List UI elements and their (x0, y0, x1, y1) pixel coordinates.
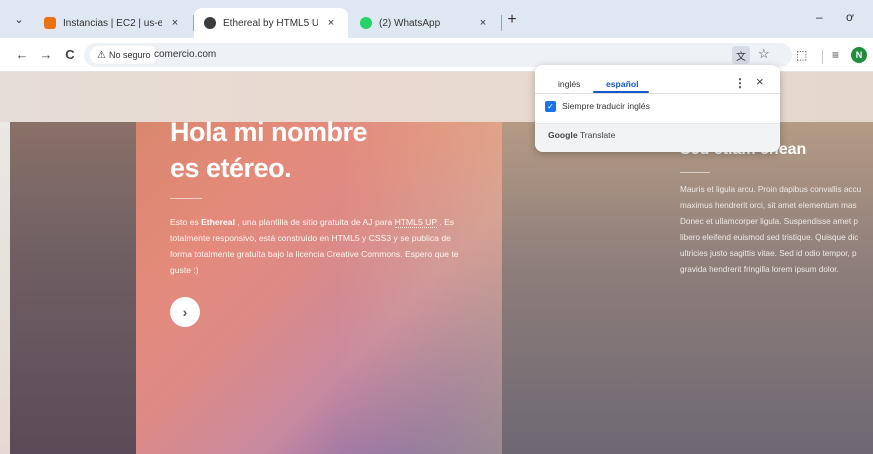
side-text-line: ultricies justo sagittis vitae. Sed id o… (680, 249, 857, 258)
hero-title-line-2: es etéreo. (170, 153, 292, 183)
tab-title: (2) WhatsApp (379, 17, 441, 29)
hero-paragraph: Esto es Ethereal , una plantilla de siti… (170, 214, 470, 278)
tab-title: Ethereal by HTML5 UP (223, 17, 318, 29)
toolbar-divider (822, 50, 823, 64)
forward-arrow-icon[interactable]: → (38, 47, 54, 62)
google-wordmark: Google (548, 130, 578, 140)
url-text[interactable]: comercio.com (154, 49, 216, 60)
left-image-panel (10, 122, 136, 454)
side-text-line: Mauris et ligula arcu. Proin dapibus con… (680, 185, 862, 194)
close-icon[interactable]: × (324, 17, 338, 29)
close-icon[interactable]: × (756, 74, 764, 89)
popup-footer-rule (535, 123, 780, 124)
hero-text-bold: Ethereal (201, 217, 235, 227)
globe-favicon-icon (204, 17, 216, 29)
address-bar[interactable]: ⚠ No seguro comercio.com 文 ☆ (84, 43, 792, 67)
side-paragraph: Mauris et ligula arcu. Proin dapibus con… (680, 182, 870, 302)
reload-icon[interactable]: C (62, 47, 78, 62)
hero-text-middle: , una plantilla de sitio gratuita de AJ … (234, 217, 395, 227)
aws-favicon-icon (44, 17, 56, 29)
profile-avatar[interactable]: N (851, 47, 867, 63)
tab-divider (501, 15, 502, 31)
tab-search-button[interactable]: ⌄ (8, 8, 30, 30)
hero-divider (170, 198, 202, 199)
always-translate-checkbox[interactable]: ✓ (545, 101, 556, 112)
popup-tabs-rule (535, 93, 780, 94)
back-arrow-icon[interactable]: ← (14, 47, 30, 62)
side-text-line: Donec et ullamcorper ligula. Suspendisse… (680, 217, 858, 226)
tab-whatsapp[interactable]: (2) WhatsApp × (350, 8, 500, 38)
minimize-window-icon[interactable]: – (816, 10, 823, 24)
close-icon[interactable]: × (476, 17, 490, 29)
hero-title-line-1: Hola mi nombre (170, 117, 368, 147)
html5up-link[interactable]: HTML5 UP (394, 217, 437, 228)
close-icon[interactable]: × (168, 17, 182, 29)
new-tab-button[interactable]: + (503, 11, 521, 29)
side-text-line: gravida hendrerit fringilla lorem ipsum … (680, 265, 839, 274)
translate-icon[interactable]: 文 (732, 46, 750, 64)
side-text-line: maximus hendrerit orci, sit amet element… (680, 201, 857, 210)
extensions-puzzle-icon[interactable]: ⬚ (796, 48, 807, 62)
bookmark-star-icon[interactable]: ☆ (758, 46, 770, 62)
tab-language-espanol[interactable]: español (606, 79, 638, 89)
warning-triangle-icon: ⚠ (97, 49, 106, 61)
google-translate-brand: Google Translate (548, 130, 615, 140)
hero-title: Hola mi nombre es etéreo. (170, 114, 470, 186)
more-options-icon[interactable]: ⋮ (734, 76, 746, 90)
next-arrow-button[interactable]: › (170, 297, 200, 327)
whatsapp-favicon-icon (360, 17, 372, 29)
security-label: No seguro (108, 50, 151, 60)
reading-list-icon[interactable]: ≡ (832, 48, 839, 62)
always-translate-label[interactable]: Siempre traducir inglés (562, 101, 650, 111)
tab-strip: ⌄ Instancias | EC2 | us-east-2 × Etherea… (0, 0, 873, 38)
tab-title: Instancias | EC2 | us-east-2 (63, 17, 162, 29)
tab-ethereal[interactable]: Ethereal by HTML5 UP × (194, 8, 348, 38)
active-tab-indicator (593, 91, 649, 93)
side-text-line: libero eleifend euismod sed tristique. Q… (680, 233, 859, 242)
tab-language-ingles[interactable]: inglés (558, 79, 580, 89)
tab-instancias[interactable]: Instancias | EC2 | us-east-2 × (34, 8, 192, 38)
restore-window-icon[interactable]: ơ (846, 10, 854, 24)
side-divider (680, 172, 710, 173)
translate-wordmark: Translate (579, 130, 616, 140)
hero-text-intro: Esto es (170, 217, 202, 227)
security-chip[interactable]: ⚠ No seguro (90, 46, 158, 64)
